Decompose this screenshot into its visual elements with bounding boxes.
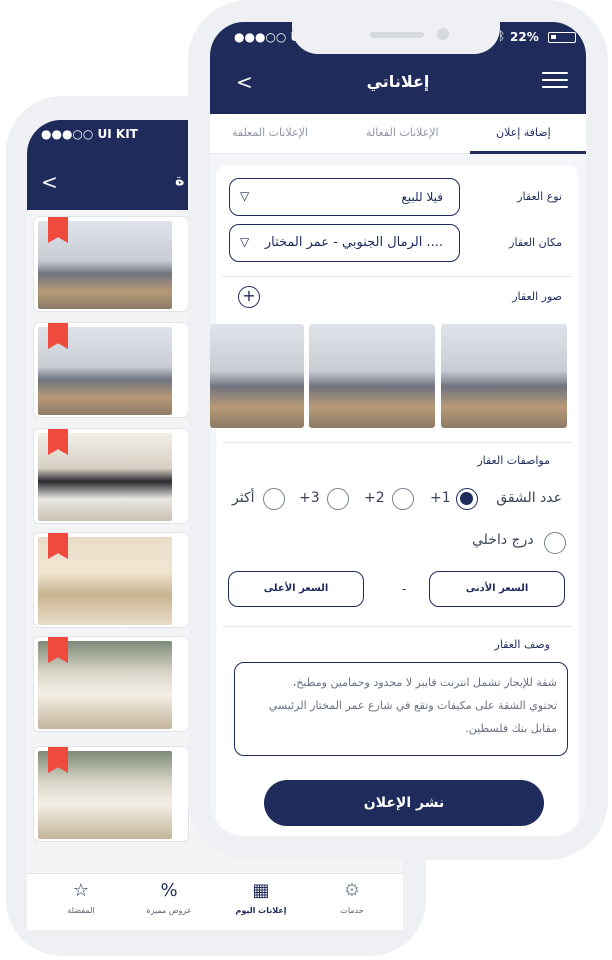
tab-pending-ads[interactable]: الإعلانات المعلقة <box>232 126 308 139</box>
menu-icon[interactable] <box>542 72 568 90</box>
plus-icon[interactable]: + <box>238 286 260 308</box>
rooms-option-more: أكثر <box>232 490 255 506</box>
star-icon: ☆ <box>72 880 90 901</box>
rooms-option-2: +2 <box>364 490 385 506</box>
tab-special-offers[interactable]: % عروض مميزة <box>129 880 209 915</box>
tab-active-ads[interactable]: الإعلانات الفعالة <box>366 126 439 139</box>
back-button[interactable]: < <box>41 170 58 194</box>
bottom-tab-bar: ☆ المفضلة % عروض مميزة ▦ إعلانات اليوم ⚙… <box>27 873 403 930</box>
tab-favorites-label: المفضلة <box>67 906 95 915</box>
percent-badge-icon: % <box>160 880 178 901</box>
location-value: الرمال الجنوبي - عمر المختار .... <box>264 235 443 250</box>
tab-today-ads-label: إعلانات اليوم <box>235 906 287 915</box>
tab-special-offers-label: عروض مميزة <box>146 906 192 915</box>
rooms-option-1: +1 <box>430 490 451 506</box>
property-photo[interactable] <box>210 324 304 428</box>
speaker-grille <box>370 32 424 38</box>
description-textarea[interactable]: شقة للإيجار تشمل انترنت فايبر لا محدود و… <box>234 662 568 756</box>
property-type-label: نوع العقار <box>517 190 562 203</box>
chevron-down-icon: ▽ <box>240 235 250 249</box>
tab-services-label: خدمات <box>340 906 364 915</box>
property-type-select[interactable]: فيلا للبيع ▽ <box>229 178 460 216</box>
back-page-title: ة <box>175 170 185 189</box>
page-title: إعلاناتي <box>366 72 430 91</box>
listing-card[interactable] <box>33 636 189 732</box>
tab-favorites[interactable]: ☆ المفضلة <box>41 880 121 915</box>
location-select[interactable]: الرمال الجنوبي - عمر المختار .... ▽ <box>229 224 460 262</box>
inner-stairs-label: درج داخلي <box>472 532 534 548</box>
max-price-button[interactable]: السعر الأعلى <box>228 571 364 607</box>
specs-label: مواصفات العقار <box>477 454 550 467</box>
radio-inner-stairs[interactable] <box>544 532 566 554</box>
listing-card[interactable] <box>33 322 189 418</box>
listing-card[interactable] <box>33 746 189 842</box>
listing-card[interactable] <box>33 216 189 312</box>
radio-rooms-2[interactable] <box>392 488 414 510</box>
front-camera <box>437 28 449 40</box>
phone-notch <box>292 22 500 54</box>
divider <box>222 626 572 627</box>
location-label: مكان العقار <box>509 236 562 249</box>
listing-card[interactable] <box>33 428 189 524</box>
divider <box>222 442 572 443</box>
description-line: شقة للإيجار تشمل انترنت فايبر لا محدود و… <box>292 676 557 689</box>
battery-percent: 22% <box>510 30 539 44</box>
description-label: وصف العقار <box>494 638 550 651</box>
back-status-bar: ●●●○○ UI KIT <box>41 127 138 141</box>
min-price-button[interactable]: السعر الأدنى <box>429 571 565 607</box>
radio-rooms-more[interactable] <box>263 488 285 510</box>
gear-hand-icon: ⚙ <box>343 880 361 901</box>
divider <box>222 276 572 277</box>
radio-rooms-3[interactable] <box>327 488 349 510</box>
price-separator: - <box>402 582 407 596</box>
segment-tabs: إضافة إعلان الإعلانات الفعالة الإعلانات … <box>210 114 586 154</box>
calendar-icon: ▦ <box>252 880 270 901</box>
chevron-down-icon: ▽ <box>240 189 250 203</box>
property-type-value: فيلا للبيع <box>401 190 443 204</box>
property-photo[interactable] <box>309 324 435 428</box>
tab-add-ad[interactable]: إضافة إعلان <box>496 126 551 139</box>
battery-icon <box>548 32 576 43</box>
property-photo[interactable] <box>441 324 567 428</box>
rooms-label: عدد الشقق <box>496 490 562 506</box>
listing-card[interactable] <box>33 532 189 628</box>
tab-today-ads[interactable]: ▦ إعلانات اليوم <box>221 880 301 915</box>
active-tab-indicator <box>470 151 586 154</box>
description-line: مقابل بنك فلسطين. <box>465 722 557 735</box>
photos-label: صور العقار <box>512 290 562 303</box>
tab-services[interactable]: ⚙ خدمات <box>312 880 392 915</box>
publish-ad-button[interactable]: نشر الإعلان <box>264 780 544 826</box>
add-ad-form: نوع العقار فيلا للبيع ▽ مكان العقار الرم… <box>210 166 578 836</box>
radio-rooms-1[interactable] <box>456 488 478 510</box>
front-phone-screen: ●●●○○ UI ᛒ 22% < إعلاناتي إضافة إعلان ال… <box>210 22 586 836</box>
description-line: تحتوي الشقة على مكيفات وتقع في شارع عمر … <box>268 699 557 712</box>
rooms-option-3: +3 <box>299 490 320 506</box>
